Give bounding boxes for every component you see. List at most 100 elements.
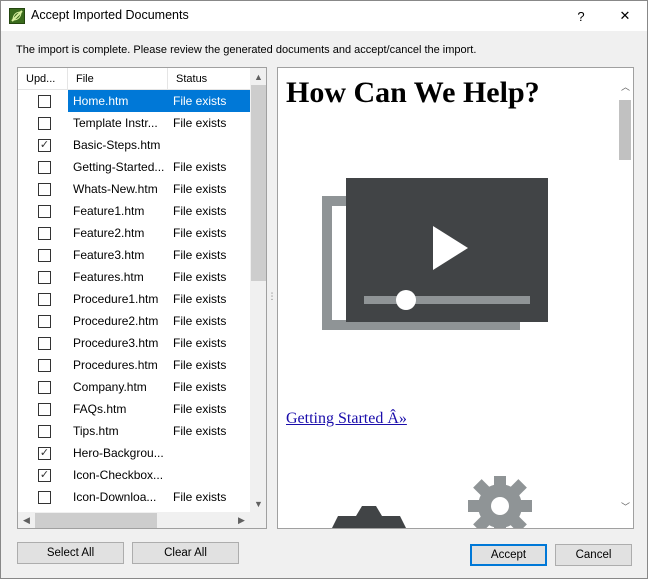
update-checkbox[interactable] (38, 293, 51, 306)
file-name-cell: Getting-Started... (73, 160, 165, 174)
status-cell (168, 464, 250, 486)
file-name-cell: Basic-Steps.htm (73, 138, 161, 152)
update-checkbox[interactable] (38, 227, 51, 240)
close-button[interactable]: ✕ (603, 1, 647, 31)
table-row[interactable]: Features.htm File exists (18, 266, 250, 288)
list-vertical-scroll-thumb[interactable] (251, 85, 266, 281)
list-horizontal-scrollbar[interactable]: ◀ ▶ (18, 512, 250, 528)
update-checkbox[interactable] (38, 205, 51, 218)
file-name-cell: Procedures.htm (73, 358, 158, 372)
update-checkbox[interactable] (38, 95, 51, 108)
status-cell (168, 134, 250, 156)
file-name-cell: Icon-Checkbox... (73, 468, 164, 482)
cancel-button[interactable]: Cancel (555, 544, 632, 566)
update-checkbox[interactable]: ✓ (38, 469, 51, 482)
table-row[interactable]: Procedure3.htm File exists (18, 332, 250, 354)
update-checkbox[interactable] (38, 183, 51, 196)
table-row[interactable]: Template Instr... File exists (18, 112, 250, 134)
update-checkbox[interactable] (38, 381, 51, 394)
scroll-left-icon[interactable]: ◀ (18, 512, 35, 528)
document-leaf-icon (9, 8, 25, 24)
file-name-cell: Hero-Backgrou... (73, 446, 164, 460)
scroll-down-icon[interactable]: ▼ (250, 495, 266, 512)
column-header-file[interactable]: File (68, 68, 168, 90)
update-checkbox[interactable] (38, 249, 51, 262)
file-name-cell: Procedure3.htm (73, 336, 159, 350)
title-bar: Accept Imported Documents ? ✕ (1, 1, 647, 31)
table-row[interactable]: Company.htm File exists (18, 376, 250, 398)
update-checkbox[interactable] (38, 403, 51, 416)
status-cell: File exists (173, 336, 227, 350)
table-row[interactable]: Feature1.htm File exists (18, 200, 250, 222)
scroll-right-icon[interactable]: ▶ (233, 512, 250, 528)
file-name-cell: Feature2.htm (73, 226, 145, 240)
table-row[interactable]: Feature3.htm File exists (18, 244, 250, 266)
status-cell: File exists (173, 116, 227, 130)
update-checkbox[interactable] (38, 337, 51, 350)
file-name-cell: FAQs.htm (73, 402, 127, 416)
column-header-status[interactable]: Status (168, 68, 250, 90)
clear-all-button[interactable]: Clear All (132, 542, 239, 564)
update-checkbox[interactable] (38, 359, 51, 372)
scroll-up-icon[interactable]: ▲ (250, 68, 266, 85)
accept-imported-documents-dialog: Accept Imported Documents ? ✕ The import… (0, 0, 648, 579)
file-name-cell: Home.htm (68, 90, 168, 112)
file-name-cell: Features.htm (73, 270, 144, 284)
table-row[interactable]: Procedure2.htm File exists (18, 310, 250, 332)
preview-scroll-thumb[interactable] (619, 100, 631, 160)
status-cell (168, 442, 250, 464)
table-row[interactable]: Home.htm File exists (18, 90, 250, 112)
table-row[interactable]: Procedures.htm File exists (18, 354, 250, 376)
update-checkbox[interactable] (38, 271, 51, 284)
table-row[interactable]: FAQs.htm File exists (18, 398, 250, 420)
update-checkbox[interactable] (38, 117, 51, 130)
document-preview: How Can We Help? Getting Started Â» ︿ ﹀ (277, 67, 634, 529)
file-name-cell: Company.htm (73, 380, 147, 394)
list-vertical-scrollbar[interactable]: ▲ ▼ (250, 68, 266, 512)
status-cell: File exists (173, 490, 227, 504)
table-row[interactable]: ✓ Basic-Steps.htm (18, 134, 250, 156)
help-button[interactable]: ? (559, 1, 603, 31)
table-row[interactable]: ✓ Icon-Checkbox... (18, 464, 250, 486)
window-title: Accept Imported Documents (31, 8, 189, 22)
update-checkbox[interactable] (38, 491, 51, 504)
update-checkbox[interactable] (38, 315, 51, 328)
list-rows: Home.htm File exists Template Instr... File… (18, 90, 250, 508)
preview-scroll-down-icon[interactable]: ﹀ (617, 498, 633, 515)
update-checkbox[interactable] (38, 161, 51, 174)
table-row[interactable]: Feature2.htm File exists (18, 222, 250, 244)
table-row[interactable]: Procedure1.htm File exists (18, 288, 250, 310)
file-name-cell: Procedure2.htm (73, 314, 159, 328)
gear-icon (332, 476, 532, 528)
status-cell: File exists (168, 90, 250, 112)
select-all-button[interactable]: Select All (17, 542, 124, 564)
video-player-icon (322, 178, 548, 330)
status-cell: File exists (173, 380, 227, 394)
status-cell: File exists (173, 226, 227, 240)
splitter-grip-icon[interactable]: ⋮ (267, 291, 277, 302)
file-name-cell: Procedure1.htm (73, 292, 159, 306)
update-checkbox[interactable]: ✓ (38, 139, 51, 152)
table-row[interactable]: Tips.htm File exists (18, 420, 250, 442)
status-cell: File exists (173, 292, 227, 306)
document-list[interactable]: Upd... File Status Home.htm File exists Te… (17, 67, 267, 529)
update-checkbox[interactable]: ✓ (38, 447, 51, 460)
status-cell: File exists (173, 160, 227, 174)
list-horizontal-scroll-thumb[interactable] (35, 513, 157, 528)
preview-scroll-up-icon[interactable]: ︿ (617, 78, 633, 95)
getting-started-link[interactable]: Getting Started Â» (286, 410, 407, 428)
update-checkbox[interactable] (38, 425, 51, 438)
table-row[interactable]: ✓ Hero-Backgrou... (18, 442, 250, 464)
status-cell: File exists (173, 402, 227, 416)
file-name-cell: Whats-New.htm (73, 182, 158, 196)
table-row[interactable]: Getting-Started... File exists (18, 156, 250, 178)
status-cell: File exists (173, 424, 227, 438)
preview-vertical-scrollbar[interactable]: ︿ ﹀ (616, 68, 633, 528)
table-row[interactable]: Whats-New.htm File exists (18, 178, 250, 200)
status-cell: File exists (173, 204, 227, 218)
preview-heading: How Can We Help? (286, 76, 540, 109)
column-header-update[interactable]: Upd... (18, 68, 68, 90)
accept-button[interactable]: Accept (470, 544, 547, 566)
table-row[interactable]: Icon-Downloa... File exists (18, 486, 250, 508)
status-cell: File exists (173, 314, 227, 328)
